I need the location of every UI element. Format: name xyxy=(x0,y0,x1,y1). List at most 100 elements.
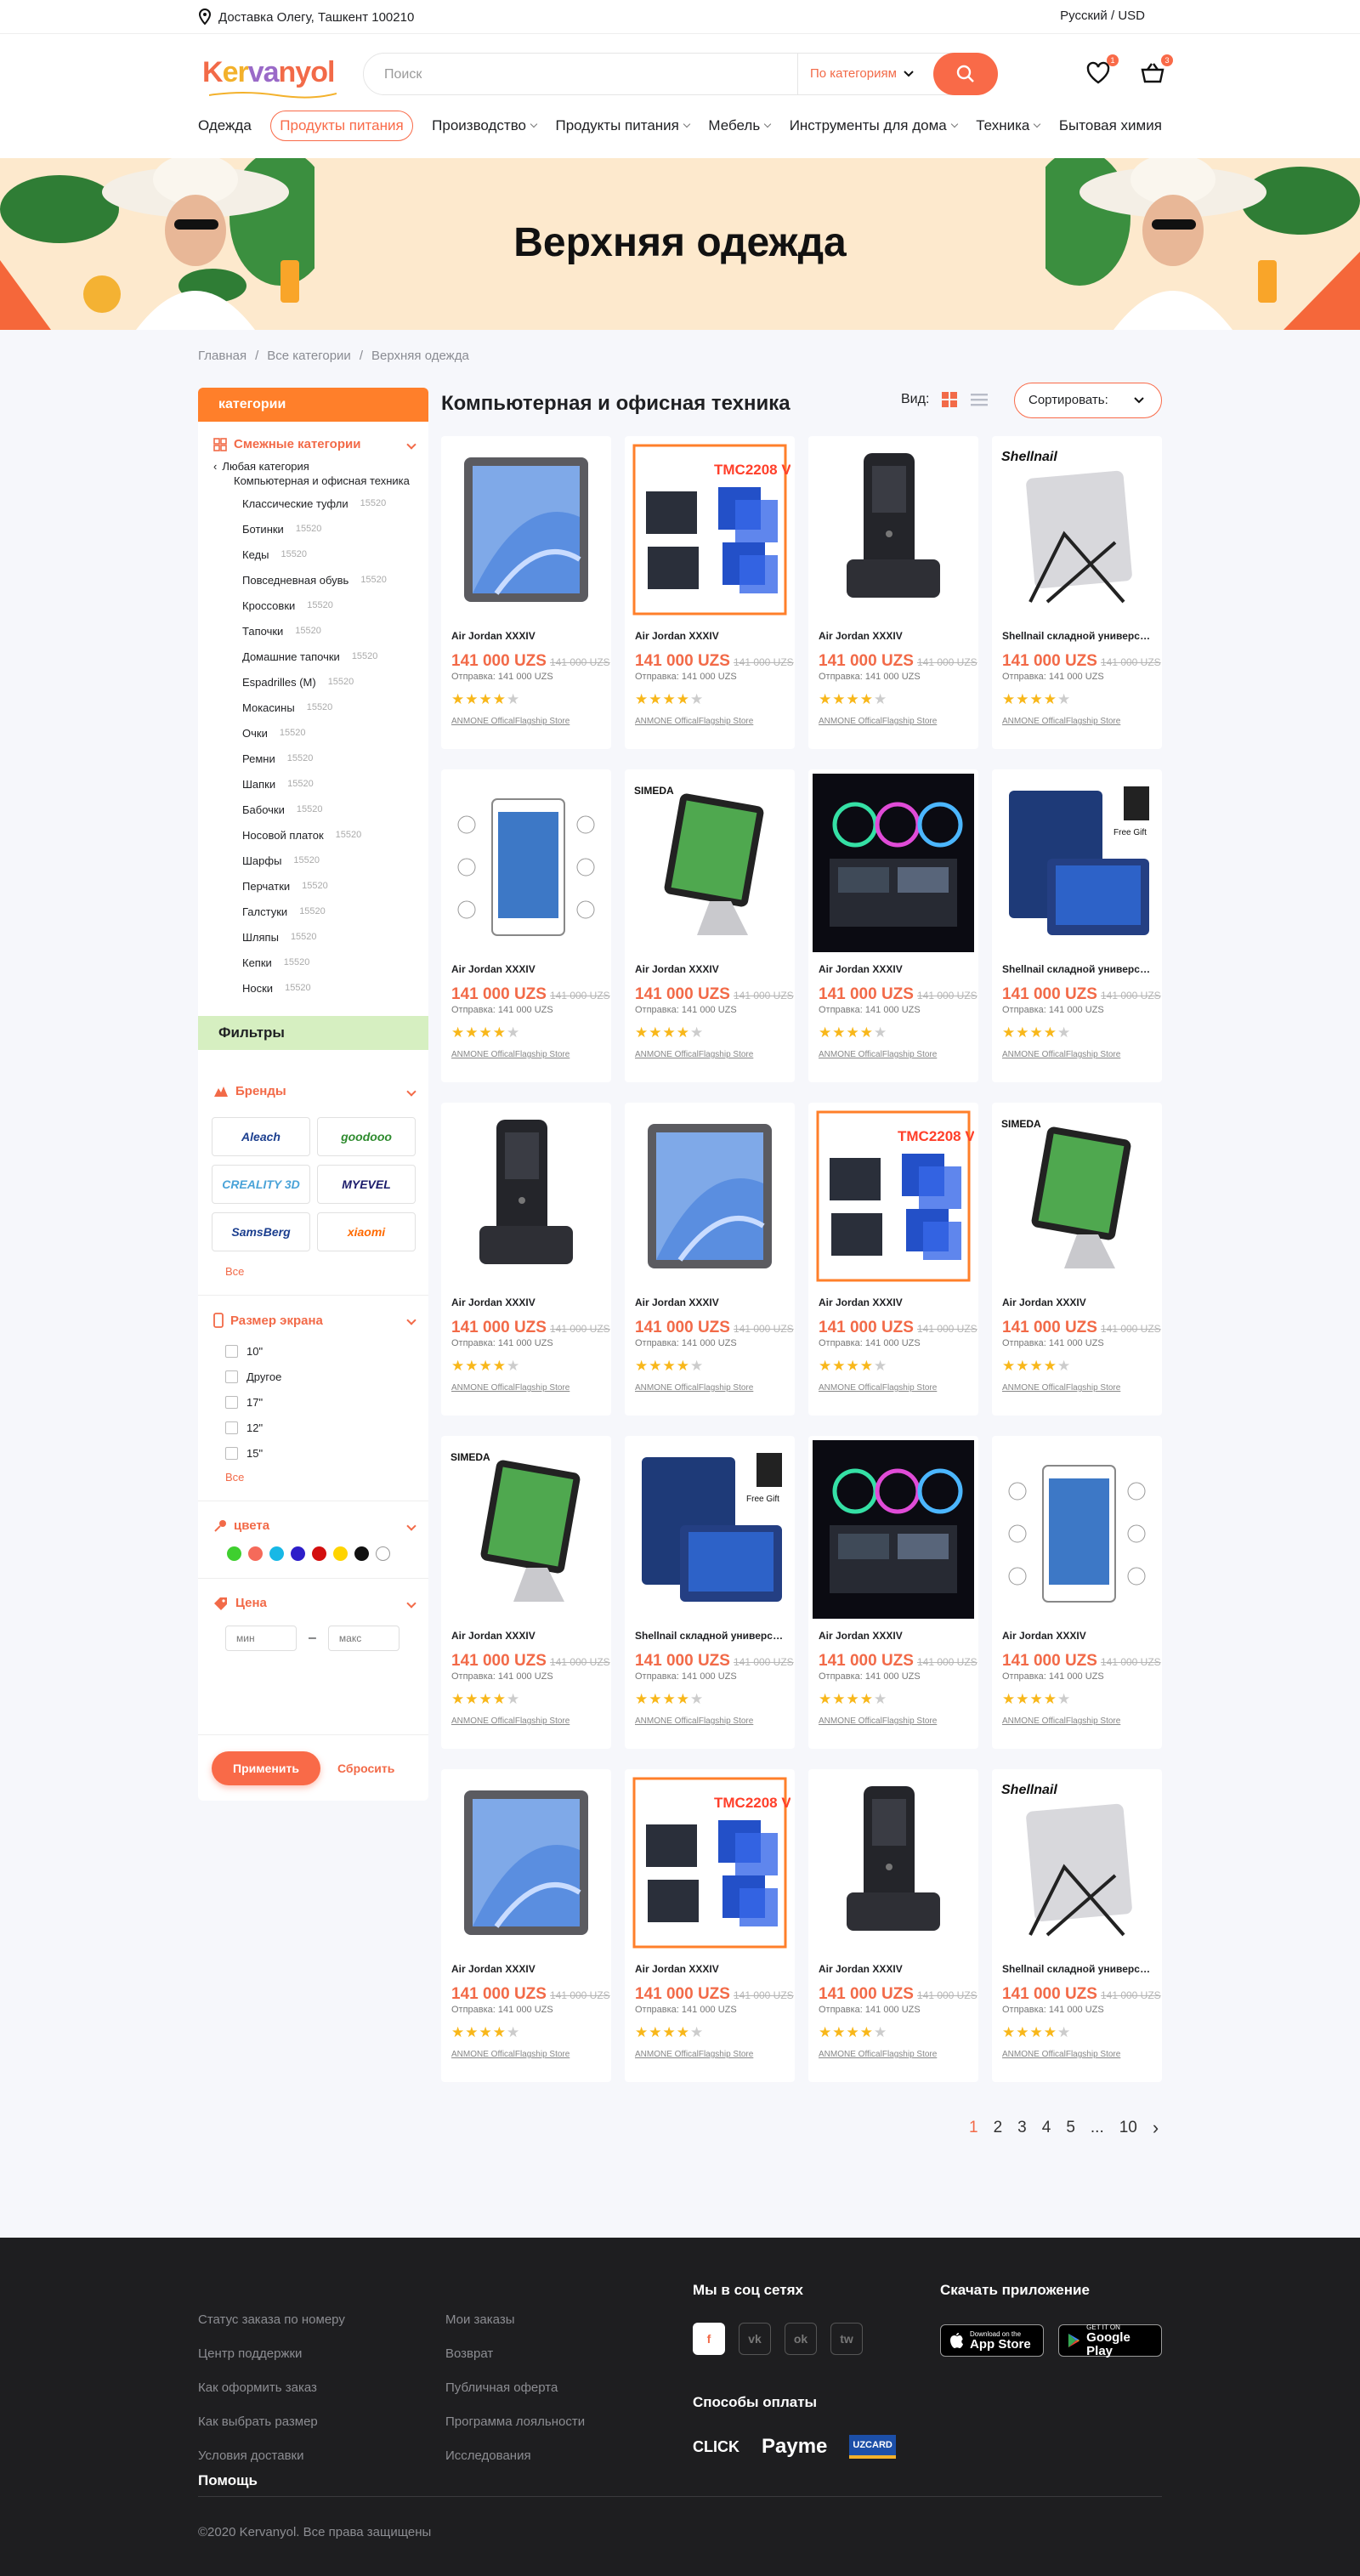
footer-link[interactable]: Программа лояльности xyxy=(445,2414,585,2448)
google-play-button[interactable]: GET IT ON Google Play xyxy=(1058,2324,1162,2358)
color-swatch[interactable] xyxy=(312,1546,326,1561)
delivery-location[interactable]: Доставка Олегу, Ташкент 100210 xyxy=(198,9,414,26)
footer-link[interactable]: Исследования xyxy=(445,2448,585,2482)
color-swatch[interactable] xyxy=(248,1546,263,1561)
facebook-icon[interactable]: f xyxy=(693,2323,725,2355)
nav-item[interactable]: Продукты питания xyxy=(270,111,413,141)
search-input[interactable] xyxy=(384,64,792,86)
brands-toggle[interactable]: Бренды xyxy=(198,1084,428,1098)
product-card[interactable]: Air Jordan XXXIV 141 000 UZS 141 000 UZS От… xyxy=(992,1436,1162,1749)
page-number[interactable]: 5 xyxy=(1066,2119,1075,2137)
product-image[interactable]: Shellnail xyxy=(996,440,1158,619)
checkbox[interactable] xyxy=(225,1395,238,1409)
twitter-icon[interactable]: tw xyxy=(830,2323,863,2355)
checkbox[interactable] xyxy=(225,1370,238,1383)
product-image[interactable] xyxy=(445,440,607,619)
footer-link[interactable]: Возврат xyxy=(445,2346,585,2380)
reset-filters-button[interactable]: Сбросить xyxy=(337,1762,394,1775)
product-image[interactable]: TMC2208 V3.0 xyxy=(629,1773,790,1952)
color-swatch[interactable] xyxy=(333,1546,348,1561)
product-card[interactable]: Air Jordan XXXIV 141 000 UZS 141 000 UZS От… xyxy=(441,1103,611,1416)
breadcrumb-item[interactable]: Главная xyxy=(198,349,246,363)
product-name[interactable]: Shellnail складной универсальный xyxy=(635,1630,788,1642)
product-card[interactable]: Air Jordan XXXIV 141 000 UZS 141 000 UZS От… xyxy=(441,1769,611,2082)
product-image[interactable]: SIMEDA xyxy=(445,1440,607,1619)
product-name[interactable]: Air Jordan XXXIV xyxy=(819,630,972,642)
screen-size-option[interactable]: 17" xyxy=(225,1389,428,1415)
product-image[interactable] xyxy=(813,440,974,619)
product-image[interactable]: TMC2208 V3.0 xyxy=(629,440,790,619)
color-swatch[interactable] xyxy=(269,1546,284,1561)
product-store-link[interactable]: ANMONE OfficalFlagship Store xyxy=(819,1050,937,1059)
vk-icon[interactable]: vk xyxy=(739,2323,771,2355)
product-name[interactable]: Air Jordan XXXIV xyxy=(1002,1630,1155,1642)
category-item[interactable]: Классические туфли 15520 xyxy=(198,491,428,516)
product-name[interactable]: Shellnail складной универсальный xyxy=(1002,1963,1155,1975)
price-min-input[interactable] xyxy=(225,1626,297,1651)
list-view-icon[interactable] xyxy=(970,391,989,408)
checkbox[interactable] xyxy=(225,1344,238,1358)
product-store-link[interactable]: ANMONE OfficalFlagship Store xyxy=(635,1050,753,1059)
footer-link[interactable]: Публичная оферта xyxy=(445,2380,585,2414)
product-store-link[interactable]: ANMONE OfficalFlagship Store xyxy=(819,1383,937,1393)
category-item[interactable]: Носовой платок 15520 xyxy=(198,822,428,848)
footer-link[interactable]: Как оформить заказ xyxy=(198,2380,345,2414)
category-item[interactable]: Шапки 15520 xyxy=(198,771,428,797)
footer-link[interactable]: Центр поддержки xyxy=(198,2346,345,2380)
product-name[interactable]: Air Jordan XXXIV xyxy=(451,1297,604,1308)
category-item[interactable]: Бабочки 15520 xyxy=(198,797,428,822)
product-card[interactable]: Air Jordan XXXIV 141 000 UZS 141 000 UZS От… xyxy=(808,1436,978,1749)
page-number[interactable]: 2 xyxy=(994,2119,1003,2137)
screen-size-option[interactable]: 15" xyxy=(225,1440,428,1466)
color-swatch[interactable] xyxy=(376,1546,390,1561)
product-store-link[interactable]: ANMONE OfficalFlagship Store xyxy=(451,1716,570,1726)
category-item[interactable]: Шарфы 15520 xyxy=(198,848,428,873)
product-name[interactable]: Shellnail складной универсальный xyxy=(1002,630,1155,642)
product-card[interactable]: Air Jordan XXXIV 141 000 UZS 141 000 UZS От… xyxy=(808,436,978,749)
product-card[interactable]: Air Jordan XXXIV 141 000 UZS 141 000 UZS От… xyxy=(441,769,611,1082)
product-name[interactable]: Air Jordan XXXIV xyxy=(451,630,604,642)
nav-item[interactable]: Мебель xyxy=(708,117,772,134)
footer-link[interactable]: Как выбрать размер xyxy=(198,2414,345,2448)
product-name[interactable]: Air Jordan XXXIV xyxy=(451,1630,604,1642)
app-store-button[interactable]: Download on the App Store xyxy=(940,2324,1044,2357)
price-toggle[interactable]: Цена xyxy=(198,1596,428,1610)
product-card[interactable]: TMC2208 V3.0 Air Jordan XXXIV 141 000 UZS1… xyxy=(625,436,795,749)
product-store-link[interactable]: ANMONE OfficalFlagship Store xyxy=(635,2050,753,2059)
product-card[interactable]: Air Jordan XXXIV 141 000 UZS 141 000 UZS От… xyxy=(441,436,611,749)
product-store-link[interactable]: ANMONE OfficalFlagship Store xyxy=(819,717,937,726)
product-store-link[interactable]: ANMONE OfficalFlagship Store xyxy=(1002,1383,1120,1393)
product-image[interactable]: Shellnail xyxy=(996,1773,1158,1952)
search-button[interactable] xyxy=(933,53,998,95)
screen-size-option[interactable]: 10" xyxy=(225,1338,428,1364)
product-image[interactable] xyxy=(445,774,607,952)
product-card[interactable]: Shellnail Shellnail складной универсальны… xyxy=(992,1769,1162,2082)
product-store-link[interactable]: ANMONE OfficalFlagship Store xyxy=(635,1716,753,1726)
product-name[interactable]: Air Jordan XXXIV xyxy=(819,1630,972,1642)
category-item[interactable]: Кеды 15520 xyxy=(198,542,428,567)
product-card[interactable]: Air Jordan XXXIV 141 000 UZS 141 000 UZS От… xyxy=(808,769,978,1082)
checkbox[interactable] xyxy=(225,1421,238,1434)
product-name[interactable]: Air Jordan XXXIV xyxy=(819,1297,972,1308)
product-store-link[interactable]: ANMONE OfficalFlagship Store xyxy=(1002,717,1120,726)
screen-size-option[interactable]: 12" xyxy=(225,1415,428,1440)
brands-show-all[interactable]: Все xyxy=(198,1265,428,1278)
product-image[interactable] xyxy=(445,1773,607,1952)
product-image[interactable] xyxy=(813,1773,974,1952)
nav-item[interactable]: Производство xyxy=(432,117,538,134)
screen-size-option[interactable]: Другое xyxy=(225,1364,428,1389)
cart-button[interactable]: 3 xyxy=(1139,54,1173,88)
sort-select[interactable]: Сортировать: xyxy=(1014,383,1162,418)
product-image[interactable]: TMC2208 V3.0 xyxy=(813,1107,974,1285)
screen-size-show-all[interactable]: Все xyxy=(198,1471,428,1484)
product-image[interactable] xyxy=(996,1440,1158,1619)
grid-view-icon[interactable] xyxy=(941,391,958,408)
product-card[interactable]: Air Jordan XXXIV 141 000 UZS 141 000 UZS От… xyxy=(625,1103,795,1416)
category-item[interactable]: Домашние тапочки 15520 xyxy=(198,644,428,669)
product-image[interactable] xyxy=(813,1440,974,1619)
color-swatch[interactable] xyxy=(227,1546,241,1561)
product-store-link[interactable]: ANMONE OfficalFlagship Store xyxy=(635,717,753,726)
apply-filters-button[interactable]: Применить xyxy=(212,1751,320,1785)
nav-item[interactable]: Техника xyxy=(976,117,1041,134)
price-max-input[interactable] xyxy=(327,1626,400,1651)
